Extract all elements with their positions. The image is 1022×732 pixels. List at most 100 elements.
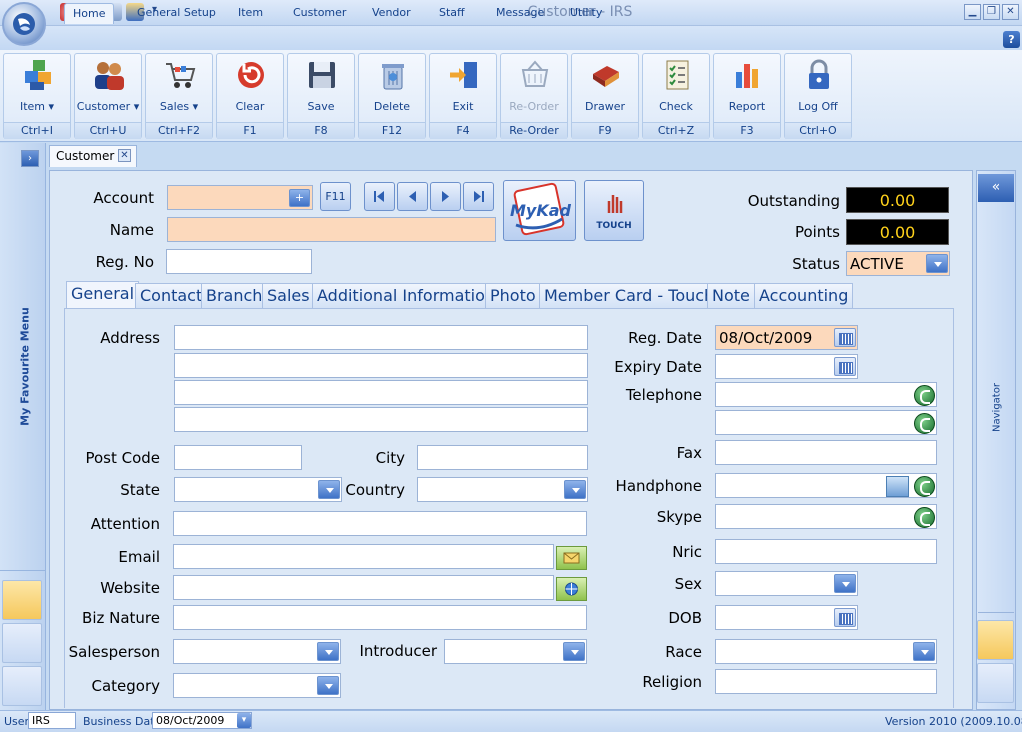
ribbon-tab-vendor[interactable]: Vendor (364, 3, 419, 24)
f11-button[interactable]: F11 (320, 182, 351, 211)
sex-select[interactable] (715, 571, 858, 596)
telephone-1-input[interactable] (715, 382, 937, 407)
ribbon-tab-message[interactable]: Message (488, 3, 552, 24)
postcode-input[interactable] (174, 445, 302, 470)
save-button[interactable]: Save F8 (287, 53, 355, 139)
form-tab-branch[interactable]: Branch (201, 283, 268, 308)
dob-input[interactable] (715, 605, 858, 630)
account-add-button[interactable]: + (289, 189, 310, 207)
dial-telephone-1-icon[interactable] (914, 385, 935, 406)
ribbon-tab-home[interactable]: Home (64, 3, 115, 24)
introducer-select[interactable] (444, 639, 587, 664)
previous-record-button[interactable] (397, 182, 428, 211)
drawer-button[interactable]: Drawer F9 (571, 53, 639, 139)
status-dropdown-icon[interactable] (926, 254, 948, 273)
dial-handphone-icon[interactable] (914, 476, 935, 497)
sales-button[interactable]: Sales ▾ Ctrl+F2 (145, 53, 213, 139)
exit-button[interactable]: Exit F4 (429, 53, 497, 139)
biznature-input[interactable] (173, 605, 587, 630)
send-email-button[interactable] (556, 546, 587, 570)
ribbon-tab-general-setup[interactable]: General Setup (129, 3, 224, 24)
form-tab-accounting[interactable]: Accounting (754, 283, 854, 308)
navigator-collapse-button[interactable]: « (978, 174, 1014, 202)
expiry-date-input[interactable] (715, 354, 858, 379)
touch-button[interactable]: TOUCH (584, 180, 644, 241)
minimize-button[interactable]: ▁ (964, 4, 981, 20)
last-record-button[interactable] (463, 182, 494, 211)
expand-favourite-icon[interactable]: › (21, 150, 39, 167)
restore-button[interactable]: ❐ (983, 4, 1000, 20)
salesperson-select[interactable] (173, 639, 341, 664)
skype-input[interactable] (715, 504, 937, 529)
check-button[interactable]: Check Ctrl+Z (642, 53, 710, 139)
mykad-button[interactable]: MyKad (503, 180, 576, 241)
send-sms-icon[interactable] (886, 476, 909, 497)
religion-input[interactable] (715, 669, 937, 694)
status-select[interactable]: ACTIVE (846, 251, 950, 276)
form-tab-contact[interactable]: Contact (135, 283, 208, 308)
favourite-report-icon[interactable] (2, 623, 42, 663)
attention-input[interactable] (173, 511, 587, 536)
favourite-item-icon[interactable] (2, 580, 42, 620)
address-line-2-input[interactable] (174, 353, 588, 378)
fax-input[interactable] (715, 440, 937, 465)
name-input[interactable] (167, 217, 496, 242)
address-line-4-input[interactable] (174, 407, 588, 432)
state-select[interactable] (174, 477, 342, 502)
dob-calendar-icon[interactable] (834, 608, 856, 627)
help-icon[interactable]: ? (1003, 31, 1020, 48)
form-tab-member-card-touch[interactable]: Member Card - Touch (539, 283, 720, 308)
expiry-calendar-icon[interactable] (834, 357, 856, 376)
open-website-button[interactable] (556, 577, 587, 601)
state-dropdown-icon[interactable] (318, 480, 340, 499)
salesperson-dropdown-icon[interactable] (317, 642, 339, 661)
email-input[interactable] (173, 544, 554, 569)
address-line-1-input[interactable] (174, 325, 588, 350)
form-tab-sales[interactable]: Sales (262, 283, 315, 308)
category-select[interactable] (173, 673, 341, 698)
delete-button[interactable]: Delete F12 (358, 53, 426, 139)
city-input[interactable] (417, 445, 588, 470)
form-tab-additional-information[interactable]: Additional Information (312, 283, 501, 308)
dial-telephone-2-icon[interactable] (914, 413, 935, 434)
country-select[interactable] (417, 477, 588, 502)
country-dropdown-icon[interactable] (564, 480, 586, 499)
navigator-splitter[interactable] (978, 612, 1014, 618)
ribbon-tab-customer[interactable]: Customer (285, 3, 354, 24)
business-date-dropdown-icon[interactable]: ▾ (237, 713, 251, 728)
first-record-button[interactable] (364, 182, 395, 211)
introducer-dropdown-icon[interactable] (563, 642, 585, 661)
next-record-button[interactable] (430, 182, 461, 211)
category-dropdown-icon[interactable] (317, 676, 339, 695)
app-logo-icon[interactable] (2, 2, 46, 46)
form-tab-general[interactable]: General (66, 281, 140, 308)
close-button[interactable]: ✕ (1002, 4, 1019, 20)
race-dropdown-icon[interactable] (913, 642, 935, 661)
regdate-calendar-icon[interactable] (834, 328, 856, 347)
ribbon-tab-staff[interactable]: Staff (431, 3, 473, 24)
form-tab-photo[interactable]: Photo (485, 283, 541, 308)
customer-button[interactable]: Customer ▾ Ctrl+U (74, 53, 142, 139)
item-button[interactable]: Item ▾ Ctrl+I (3, 53, 71, 139)
account-input[interactable]: + (167, 185, 313, 210)
skype-call-icon[interactable] (914, 507, 935, 528)
favourite-splitter[interactable] (0, 570, 46, 576)
sex-dropdown-icon[interactable] (834, 574, 856, 593)
nric-input[interactable] (715, 539, 937, 564)
regno-input[interactable] (166, 249, 312, 274)
form-tab-note[interactable]: Note (707, 283, 755, 308)
race-select[interactable] (715, 639, 937, 664)
ship-wheel-icon[interactable] (977, 620, 1014, 660)
regdate-input[interactable]: 08/Oct/2009 (715, 325, 858, 350)
report-button[interactable]: Report F3 (713, 53, 781, 139)
grid-table-icon[interactable] (977, 663, 1014, 703)
handphone-input[interactable] (715, 473, 937, 498)
favourite-language-icon[interactable] (2, 666, 42, 706)
reorder-button[interactable]: Re-Order Re-Order (500, 53, 568, 139)
ribbon-tab-utility[interactable]: Utility (562, 3, 610, 24)
website-input[interactable] (173, 575, 554, 600)
telephone-2-input[interactable] (715, 410, 937, 435)
clear-button[interactable]: Clear F1 (216, 53, 284, 139)
doc-tab-close-icon[interactable]: ✕ (118, 149, 131, 162)
address-line-3-input[interactable] (174, 380, 588, 405)
